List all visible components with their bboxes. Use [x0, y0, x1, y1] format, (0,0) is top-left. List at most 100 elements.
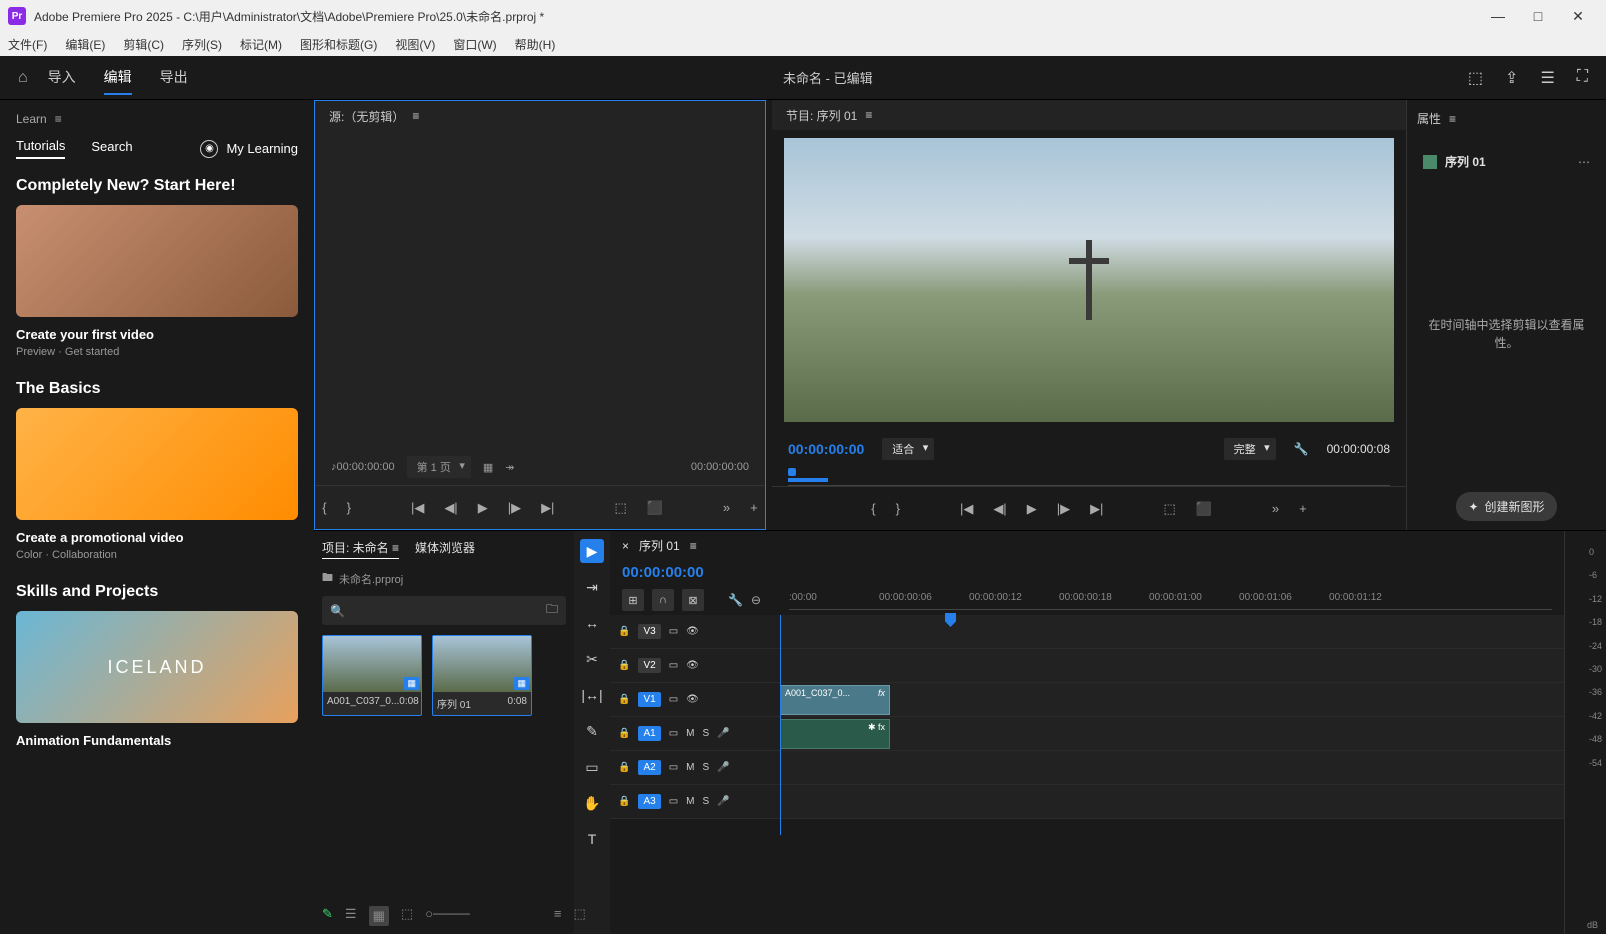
track-a2[interactable]: 🔒A2▭MS🎤	[610, 751, 1564, 785]
menu-window[interactable]: 窗口(W)	[453, 36, 496, 53]
program-scrubber[interactable]	[788, 468, 1390, 486]
nav-import[interactable]: 导入	[48, 61, 76, 95]
new-bin-icon[interactable]: 🗀	[546, 600, 558, 621]
learn-menu-icon[interactable]: ≡	[55, 112, 62, 126]
solo-icon[interactable]: S	[702, 728, 709, 739]
solo-icon[interactable]: S	[702, 762, 709, 773]
freeform-icon[interactable]: ⬚	[401, 906, 413, 926]
ripple-tool[interactable]: ↔	[580, 611, 604, 635]
step-fwd-icon[interactable]: |▶	[508, 500, 521, 516]
goto-out-icon[interactable]: ▶|	[541, 500, 554, 516]
zoom-slider[interactable]: ○────	[425, 906, 470, 926]
icon-view-icon[interactable]: ▦	[369, 906, 389, 926]
play-icon[interactable]: ▶	[478, 500, 488, 516]
hand-tool[interactable]: ✋	[580, 791, 604, 815]
track-label[interactable]: A2	[638, 760, 660, 775]
more-icon[interactable]: »	[723, 500, 730, 515]
timeline-ruler[interactable]: :00:00 00:00:00:06 00:00:00:12 00:00:00:…	[789, 590, 1552, 610]
workspace-menu-icon[interactable]: ☰	[1540, 68, 1554, 88]
program-tc-left[interactable]: 00:00:00:00	[788, 441, 864, 457]
timeline-timecode[interactable]: 00:00:00:00	[622, 564, 704, 581]
minimize-button[interactable]: —	[1478, 0, 1518, 32]
track-label[interactable]: V3	[638, 624, 660, 639]
search-input[interactable]	[345, 605, 540, 617]
pen-tool[interactable]: ✎	[580, 719, 604, 743]
eye-icon[interactable]: 👁	[686, 626, 699, 637]
mute-icon[interactable]: M	[686, 762, 694, 773]
panel-menu-icon[interactable]: ≡	[412, 109, 419, 123]
fullscreen-icon[interactable]: ⛶	[1577, 68, 1588, 88]
lock-icon[interactable]: 🔒	[618, 694, 630, 705]
nav-export[interactable]: 导出	[160, 61, 188, 95]
mute-icon[interactable]: M	[686, 796, 694, 807]
quality-dropdown[interactable]: 完整	[1224, 438, 1276, 460]
wrench-icon[interactable]: 🔧	[1294, 442, 1309, 456]
overwrite-icon[interactable]: ⬛	[647, 500, 663, 516]
media-item[interactable]: ▦ 序列 010:08	[432, 635, 532, 716]
menu-clip[interactable]: 剪辑(C)	[123, 36, 164, 53]
mark-in-icon[interactable]: {	[322, 500, 326, 515]
playhead-line[interactable]	[780, 615, 781, 835]
selection-tool[interactable]: ▶	[580, 539, 604, 563]
solo-icon[interactable]: S	[702, 796, 709, 807]
mark-out-icon[interactable]: }	[347, 500, 351, 515]
share-icon[interactable]: ⇪	[1505, 68, 1518, 88]
mic-icon[interactable]: 🎤	[717, 728, 729, 739]
mark-out-icon[interactable]: }	[896, 501, 900, 516]
pencil-icon[interactable]: ✎	[322, 906, 333, 926]
track-label[interactable]: V1	[638, 692, 660, 707]
create-graphic-button[interactable]: ✦ 创建新图形	[1456, 492, 1556, 521]
home-icon[interactable]: ⌂	[18, 69, 28, 87]
tutorial-card[interactable]: ICELAND Animation Fundamentals	[16, 611, 298, 748]
track-a1[interactable]: 🔒A1▭MS🎤 ✱ fx	[610, 717, 1564, 751]
eye-icon[interactable]: 👁	[686, 660, 699, 671]
mic-icon[interactable]: 🎤	[717, 796, 729, 807]
mic-icon[interactable]: 🎤	[717, 762, 729, 773]
toggle-output-icon[interactable]: ▭	[669, 626, 678, 637]
lock-icon[interactable]: 🔒	[618, 626, 630, 637]
panel-menu-icon[interactable]: ≡	[690, 539, 697, 553]
add-icon[interactable]: +	[1299, 501, 1307, 516]
fit-dropdown[interactable]: 适合	[882, 438, 934, 460]
track-label[interactable]: A1	[638, 726, 660, 741]
properties-sequence[interactable]: 序列 01 ⋯	[1417, 147, 1596, 176]
source-view-icon[interactable]: ▦	[483, 461, 493, 474]
source-tab[interactable]: 源:（无剪辑） ≡	[315, 101, 765, 131]
menu-help[interactable]: 帮助(H)	[515, 36, 556, 53]
project-path[interactable]: 🖿 未命名.prproj	[322, 569, 566, 588]
mark-in-icon[interactable]: {	[871, 501, 875, 516]
maximize-button[interactable]: □	[1518, 0, 1558, 32]
menu-graphics[interactable]: 图形和标题(G)	[300, 36, 377, 53]
my-learning[interactable]: ◉ My Learning	[200, 140, 298, 158]
lock-icon[interactable]: 🔒	[618, 728, 630, 739]
program-tab[interactable]: 节目: 序列 01 ≡	[772, 100, 1406, 130]
extract-icon[interactable]: ⬛	[1196, 501, 1212, 517]
tab-tutorials[interactable]: Tutorials	[16, 138, 65, 159]
close-button[interactable]: ✕	[1558, 0, 1598, 32]
toggle-output-icon[interactable]: ▭	[669, 728, 678, 739]
toggle-output-icon[interactable]: ▭	[669, 796, 678, 807]
panel-menu-icon[interactable]: ≡	[865, 108, 872, 122]
menu-sequence[interactable]: 序列(S)	[182, 36, 222, 53]
mute-icon[interactable]: M	[686, 728, 694, 739]
menu-edit[interactable]: 编辑(E)	[65, 36, 105, 53]
toggle-output-icon[interactable]: ▭	[669, 694, 678, 705]
track-v3[interactable]: 🔒 V3 ▭ 👁	[610, 615, 1564, 649]
more-dots-icon[interactable]: ⋯	[1578, 155, 1590, 169]
source-page-dropdown[interactable]: 第 1 页	[407, 456, 471, 478]
eye-icon[interactable]: 👁	[686, 694, 699, 705]
snap-icon[interactable]: ⊞	[622, 589, 644, 611]
goto-in-icon[interactable]: |◀	[960, 501, 973, 517]
more-icon[interactable]: »	[1272, 501, 1279, 516]
track-v2[interactable]: 🔒V2▭👁	[610, 649, 1564, 683]
source-tc-left[interactable]: ♪00:00:00:00	[331, 461, 395, 473]
lock-icon[interactable]: 🔒	[618, 796, 630, 807]
track-v1[interactable]: 🔒V1▭👁 A001_C037_0... fx	[610, 683, 1564, 717]
slip-tool[interactable]: |↔|	[580, 683, 604, 707]
media-item[interactable]: ▦ A001_C037_0...0:08	[322, 635, 422, 716]
wrench-icon[interactable]: 🔧	[728, 593, 743, 607]
track-label[interactable]: V2	[638, 658, 660, 673]
nav-edit[interactable]: 编辑	[104, 61, 132, 95]
goto-out-icon[interactable]: ▶|	[1090, 501, 1103, 517]
magnet-icon[interactable]: ∩	[652, 589, 674, 611]
